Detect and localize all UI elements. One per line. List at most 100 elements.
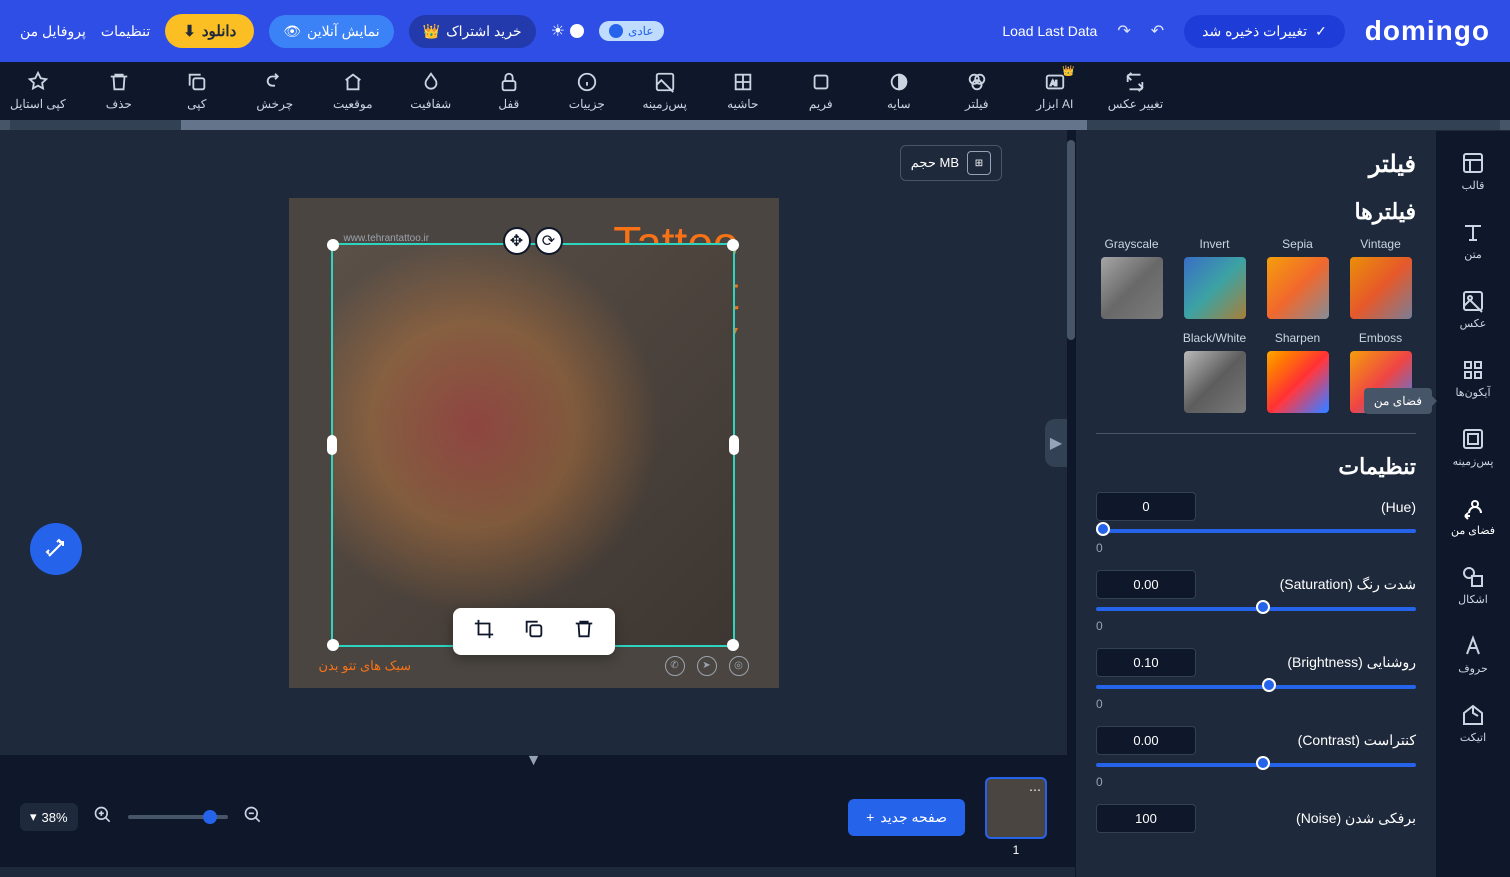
tool-label: فیلتر <box>965 97 989 111</box>
save-status-button[interactable]: ✓ تغییرات ذخیره شد <box>1184 15 1345 48</box>
selected-image[interactable]: ✥ ⟳ <box>331 243 735 647</box>
filter-vintage[interactable]: Vintage <box>1345 237 1416 319</box>
contrast-input[interactable] <box>1096 726 1196 755</box>
rail-icons[interactable]: آیکون‌ها <box>1436 353 1510 404</box>
rail-tooltip: فضای من <box>1364 388 1432 414</box>
rail-text[interactable]: متن <box>1436 215 1510 266</box>
new-page-button[interactable]: صفحه جدید + <box>848 799 965 836</box>
tool-lock[interactable]: قفل <box>484 71 534 111</box>
resize-handle-tl[interactable] <box>327 239 339 251</box>
tool-details[interactable]: جزییات <box>562 71 612 111</box>
panel-scrollbar[interactable] <box>1067 130 1075 867</box>
rail-label: اتیکت <box>1460 731 1486 744</box>
saturation-slider[interactable] <box>1096 607 1416 611</box>
filter-label: Invert <box>1200 237 1230 251</box>
rail-fonts[interactable]: حروف <box>1436 629 1510 680</box>
move-handle[interactable]: ✥ <box>503 227 531 255</box>
tool-change-image[interactable]: تغییر عکس <box>1108 71 1163 111</box>
filter-label: Sharpen <box>1275 331 1320 345</box>
zoom-out-icon[interactable] <box>243 805 263 830</box>
size-label: حجم MB <box>911 155 959 171</box>
rail-myspace[interactable]: فضای من <box>1436 491 1510 542</box>
resize-handle-br[interactable] <box>727 639 739 651</box>
filter-bw[interactable]: Black/White <box>1179 331 1250 413</box>
load-last-button[interactable]: Load Last Data <box>1002 23 1097 39</box>
tool-copy-style[interactable]: کپی استایل <box>10 71 66 111</box>
more-dots-icon[interactable]: ⋯ <box>1029 783 1041 797</box>
scrollbar-thumb[interactable] <box>181 120 1087 130</box>
canvas-viewport[interactable]: حجم MB ⊞ www.tehrantattoo.ir Tattoo Arti… <box>0 130 1067 755</box>
download-button[interactable]: دانلود ⬇ <box>165 14 254 48</box>
tool-ai[interactable]: 👑AIابزار AI <box>1030 71 1080 111</box>
rail-image[interactable]: عکس <box>1436 284 1510 335</box>
crop-button[interactable] <box>473 618 495 645</box>
magic-fab[interactable] <box>30 523 82 575</box>
undo-icon[interactable]: ↶ <box>1151 21 1164 41</box>
duplicate-button[interactable] <box>523 618 545 645</box>
saturation-input[interactable] <box>1096 570 1196 599</box>
editor-toolbar: کپی استایل حذف کپی چرخش موقعیت شفافیت قف… <box>0 62 1510 120</box>
tool-shadow[interactable]: سایه <box>874 71 924 111</box>
tool-frame[interactable]: فریم <box>796 71 846 111</box>
hue-slider[interactable] <box>1096 529 1416 533</box>
preview-button[interactable]: نمایش آنلاین 👁 <box>269 15 393 48</box>
chevron-right-icon: ▶ <box>1050 433 1062 453</box>
resize-handle-ml[interactable] <box>327 435 337 455</box>
theme-toggle[interactable]: ☀ <box>551 21 584 41</box>
zoom-slider-thumb[interactable] <box>203 810 217 824</box>
tool-rotate[interactable]: چرخش <box>250 71 300 111</box>
filter-label: Grayscale <box>1104 237 1158 251</box>
slider-thumb[interactable] <box>1096 522 1110 536</box>
mode-label: عادی <box>628 24 654 38</box>
tool-label: حاشیه <box>727 97 758 111</box>
rail-shapes[interactable]: اشکال <box>1436 560 1510 611</box>
slider-thumb[interactable] <box>1256 600 1270 614</box>
slider-thumb[interactable] <box>1256 756 1270 770</box>
mode-pill[interactable]: عادی <box>599 21 664 41</box>
resize-handle-bl[interactable] <box>327 639 339 651</box>
resize-handle-tr[interactable] <box>727 239 739 251</box>
filter-sepia[interactable]: Sepia <box>1262 237 1333 319</box>
tool-copy[interactable]: کپی <box>172 71 222 111</box>
zoom-percent[interactable]: ▾ 38% <box>20 803 78 831</box>
brightness-input[interactable] <box>1096 648 1196 677</box>
resize-handle-mr[interactable] <box>729 435 739 455</box>
side-expand-tab[interactable]: ▶ <box>1045 419 1067 467</box>
tool-position[interactable]: موقعیت <box>328 71 378 111</box>
noise-input[interactable] <box>1096 804 1196 833</box>
settings-link[interactable]: تنظیمات <box>101 23 150 40</box>
hue-input[interactable] <box>1096 492 1196 521</box>
filter-sharpen[interactable]: Sharpen <box>1262 331 1333 413</box>
horizontal-scrollbar[interactable] <box>0 120 1510 130</box>
filter-grayscale[interactable]: Grayscale <box>1096 237 1167 319</box>
tool-delete[interactable]: حذف <box>94 71 144 111</box>
rail-label: آیکون‌ها <box>1455 386 1490 399</box>
zoom-value: 38% <box>42 810 68 825</box>
design-footer: سبک های تتو بدن ✆ ➤ ◎ <box>289 656 779 676</box>
brightness-slider[interactable] <box>1096 685 1416 689</box>
subscribe-button[interactable]: خرید اشتراک 👑 <box>409 15 536 48</box>
redo-icon[interactable]: ↷ <box>1117 21 1130 41</box>
profile-link[interactable]: پروفایل من <box>20 23 86 40</box>
page-thumbnail-wrap: ⋯ 1 <box>985 777 1047 857</box>
contrast-min: 0 <box>1096 775 1416 789</box>
rail-tag[interactable]: اتیکت <box>1436 698 1510 749</box>
tool-border[interactable]: حاشیه <box>718 71 768 111</box>
tool-opacity[interactable]: شفافیت <box>406 71 456 111</box>
page-thumbnail[interactable]: ⋯ <box>985 777 1047 839</box>
rail-background[interactable]: پس‌زمینه <box>1436 422 1510 473</box>
slider-thumb[interactable] <box>1262 678 1276 692</box>
delete-button[interactable] <box>573 618 595 645</box>
canvas-divider[interactable]: ▼ <box>0 755 1067 767</box>
rotate-handle[interactable]: ⟳ <box>535 227 563 255</box>
tool-filter[interactable]: فیلتر <box>952 71 1002 111</box>
zoom-slider[interactable] <box>128 815 228 819</box>
filter-thumb <box>1350 257 1412 319</box>
filter-invert[interactable]: Invert <box>1179 237 1250 319</box>
zoom-in-icon[interactable] <box>93 805 113 830</box>
contrast-slider[interactable] <box>1096 763 1416 767</box>
tool-background[interactable]: پس‌زمینه <box>640 71 690 111</box>
size-badge[interactable]: حجم MB ⊞ <box>900 145 1002 181</box>
panel-scroll-thumb[interactable] <box>1067 140 1075 340</box>
rail-template[interactable]: قالب <box>1436 146 1510 197</box>
